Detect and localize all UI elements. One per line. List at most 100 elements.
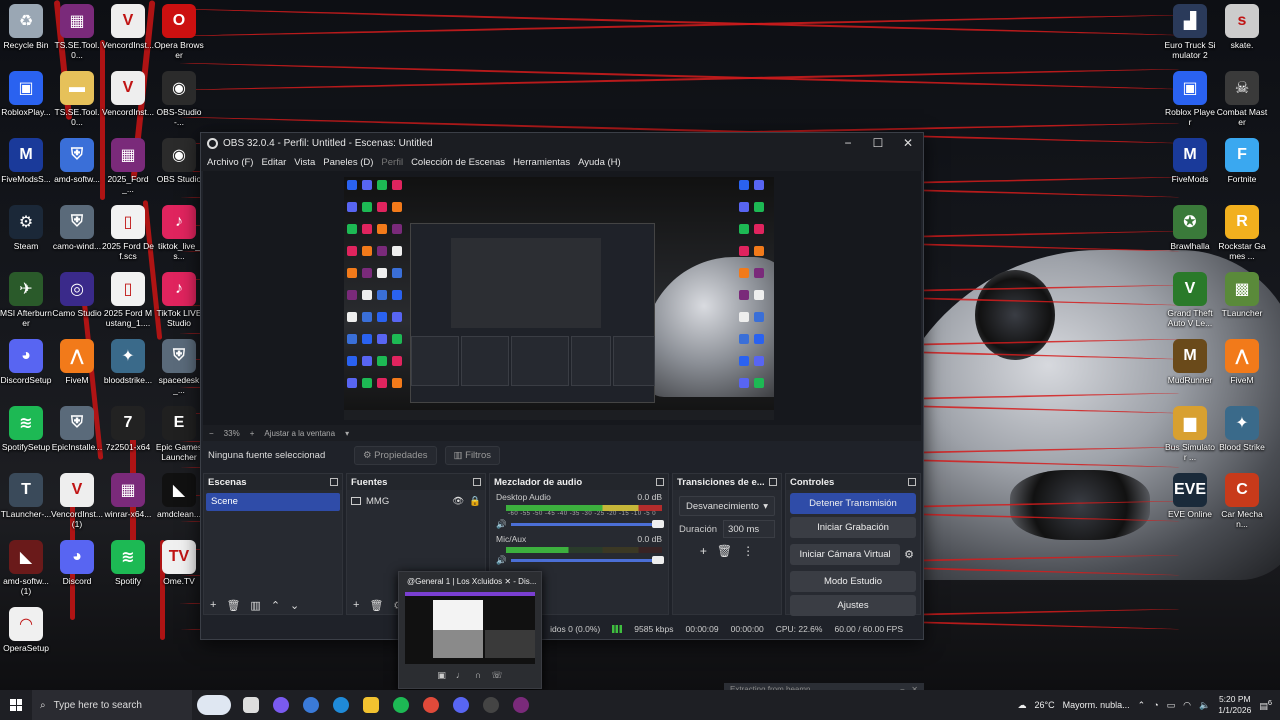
menu-paneles[interactable]: Paneles (D) xyxy=(323,157,373,168)
desktop-icon[interactable]: O Opera Browser xyxy=(153,4,205,60)
menu-coleccion-escenas[interactable]: Colección de Escenas xyxy=(411,157,505,168)
desktop-icon[interactable]: ▟ Euro Truck Simulator 2 xyxy=(1164,4,1216,60)
desktop-icon[interactable]: ◉ OBS-Studio-... xyxy=(153,71,205,127)
speaker-icon[interactable]: 🔊 xyxy=(496,555,507,566)
desktop-icon[interactable]: ◉ OBS Studio xyxy=(153,138,205,184)
more-options-icon[interactable]: ⋮ xyxy=(742,544,754,558)
obs-window[interactable]: OBS 32.0.4 - Perfil: Untitled - Escenas:… xyxy=(200,132,924,640)
desktop-icon[interactable]: ▣ RobloxPlay... xyxy=(0,71,52,117)
taskbar-search[interactable]: ⌕ Type here to search xyxy=(32,690,192,720)
desktop-icon[interactable]: ▦ winrar-x64... xyxy=(102,473,154,519)
duration-input[interactable]: 300 ms xyxy=(723,520,775,538)
desktop-icon[interactable]: ◎ Camo Studio xyxy=(51,272,103,318)
desktop-icon[interactable]: ✦ bloodstrike... xyxy=(102,339,154,385)
desktop-icon[interactable]: V VencordInst... xyxy=(102,4,154,50)
desktop-icon[interactable]: F Fortnite xyxy=(1216,138,1268,184)
desktop-icon[interactable]: s skate. xyxy=(1216,4,1268,50)
scene-item[interactable]: Scene xyxy=(206,493,340,511)
tray-overflow-icon[interactable]: ⌃ xyxy=(1138,700,1146,711)
obs-titlebar[interactable]: OBS 32.0.4 - Perfil: Untitled - Escenas:… xyxy=(201,133,923,153)
desktop-icon[interactable]: ▆ Bus Simulator ... xyxy=(1164,406,1216,462)
menu-vista[interactable]: Vista xyxy=(294,157,315,168)
zoom-fit-button[interactable]: Ajustar a la ventana xyxy=(264,429,335,438)
menu-herramientas[interactable]: Herramientas xyxy=(513,157,570,168)
desktop-icon[interactable]: ▯ 2025 Ford Def.scs xyxy=(102,205,154,261)
search-highlight-icon[interactable] xyxy=(192,690,236,720)
undock-icon[interactable] xyxy=(330,478,338,486)
minimize-icon[interactable]: − xyxy=(833,136,863,150)
desktop-icon[interactable]: ▯ 2025 Ford Mustang_1.... xyxy=(102,272,154,328)
desktop-icon[interactable]: ▣ Roblox Player xyxy=(1164,71,1216,127)
taskbar-app-button[interactable] xyxy=(266,690,296,720)
desktop-icon[interactable]: ✪ Brawlhalla xyxy=(1164,205,1216,251)
undock-icon[interactable] xyxy=(769,478,777,486)
taskbar-app-button[interactable] xyxy=(326,690,356,720)
speaker-icon[interactable]: 🔊 xyxy=(496,519,507,530)
desktop-icon[interactable]: ⋀ FiveM xyxy=(1216,339,1268,385)
start-recording-button[interactable]: Iniciar Grabación xyxy=(790,517,916,538)
add-transition-icon[interactable]: + xyxy=(700,544,707,558)
discord-thumbnail-preview[interactable]: @General 1 | Los Xcluidos ✕ - Dis... ▣ ♩… xyxy=(398,571,542,689)
menu-perfil[interactable]: Perfil xyxy=(381,157,403,168)
zoom-out-button[interactable]: − xyxy=(209,429,214,438)
notifications-icon[interactable]: ▤6 xyxy=(1259,698,1272,712)
discord-thumbnail-image[interactable] xyxy=(405,592,535,664)
clock[interactable]: 5:20 PM 1/1/2026 xyxy=(1218,694,1251,716)
menu-ayuda[interactable]: Ayuda (H) xyxy=(578,157,621,168)
taskbar-app-button[interactable] xyxy=(296,690,326,720)
maximize-icon[interactable]: ☐ xyxy=(863,136,893,150)
headphones-icon[interactable]: ∩ xyxy=(475,670,481,681)
add-source-icon[interactable]: + xyxy=(353,599,359,611)
undock-icon[interactable] xyxy=(656,478,664,486)
desktop-icon[interactable]: M FiveMods xyxy=(1164,138,1216,184)
desktop-icon[interactable]: ♪ tiktok_live_s... xyxy=(153,205,205,261)
scene-filter-icon[interactable]: ▥ xyxy=(250,599,260,612)
desktop-icon[interactable]: 7 7z2501-x64 xyxy=(102,406,154,452)
wifi-icon[interactable]: ◠ xyxy=(1183,700,1191,711)
undock-icon[interactable] xyxy=(473,478,481,486)
preview-canvas[interactable] xyxy=(344,177,774,420)
desktop-icon[interactable]: ≋ SpotifySetup xyxy=(0,406,52,452)
camera-icon[interactable]: ▣ xyxy=(437,670,446,681)
remove-scene-icon[interactable]: 🗑 xyxy=(226,599,240,612)
desktop-icon[interactable]: ▦ 2025_Ford_... xyxy=(102,138,154,194)
move-up-icon[interactable]: ⌃ xyxy=(271,599,280,612)
desktop-icon[interactable]: ☠ Combat Master xyxy=(1216,71,1268,127)
desktop-icon[interactable]: ♪ TikTok LIVE Studio xyxy=(153,272,205,328)
network-icon[interactable]: ◔ xyxy=(1153,700,1158,710)
desktop-icon[interactable]: ⛨ camo-wind... xyxy=(51,205,103,251)
move-down-icon[interactable]: ⌄ xyxy=(290,599,299,612)
desktop-icon[interactable]: V VencordInst... (1) xyxy=(51,473,103,529)
volume-slider-handle[interactable] xyxy=(652,520,664,528)
menu-editar[interactable]: Editar xyxy=(261,157,286,168)
transition-select[interactable]: Desvanecimiento ▾ xyxy=(679,496,775,516)
taskbar-app-button[interactable] xyxy=(236,690,266,720)
desktop-icon[interactable]: C Car Mechan... xyxy=(1216,473,1268,529)
volume-slider-handle[interactable] xyxy=(652,556,664,564)
taskbar-app-button[interactable] xyxy=(386,690,416,720)
filters-button[interactable]: ▥ Filtros xyxy=(444,445,501,465)
desktop-icon[interactable]: ⛨ spacedesk_... xyxy=(153,339,205,395)
eye-icon[interactable]: 👁 xyxy=(452,496,464,507)
desktop-icon[interactable]: ≋ Spotify xyxy=(102,540,154,586)
taskbar-app-button[interactable] xyxy=(476,690,506,720)
undock-icon[interactable] xyxy=(908,478,916,486)
microphone-icon[interactable]: ♩ xyxy=(456,670,465,681)
desktop-icon[interactable]: ◕ DiscordSetup xyxy=(0,339,52,385)
volume-icon[interactable]: 🔈 xyxy=(1199,700,1210,711)
end-call-icon[interactable]: ☏ xyxy=(491,670,502,681)
properties-button[interactable]: ⚙ Propiedades xyxy=(354,445,437,465)
desktop-icon[interactable]: ◕ Discord xyxy=(51,540,103,586)
desktop-icon[interactable]: TV Ome.TV xyxy=(153,540,205,586)
desktop-icon[interactable]: V Grand Theft Auto V Le... xyxy=(1164,272,1216,328)
desktop-icon[interactable]: ⛨ EpicInstalle... xyxy=(51,406,103,452)
volume-slider[interactable] xyxy=(510,556,664,564)
desktop-icon[interactable]: ⛨ amd-softw... xyxy=(51,138,103,184)
stop-stream-button[interactable]: Detener Transmisión xyxy=(790,493,916,514)
taskbar-app-button[interactable] xyxy=(416,690,446,720)
desktop-icon[interactable]: ✈ MSI Afterburner xyxy=(0,272,52,328)
desktop-icon[interactable]: T TLauncher-... xyxy=(0,473,52,519)
studio-mode-button[interactable]: Modo Estudio xyxy=(790,571,916,592)
virtual-camera-button[interactable]: Iniciar Cámara Virtual xyxy=(790,544,901,565)
zoom-in-button[interactable]: + xyxy=(250,429,255,438)
